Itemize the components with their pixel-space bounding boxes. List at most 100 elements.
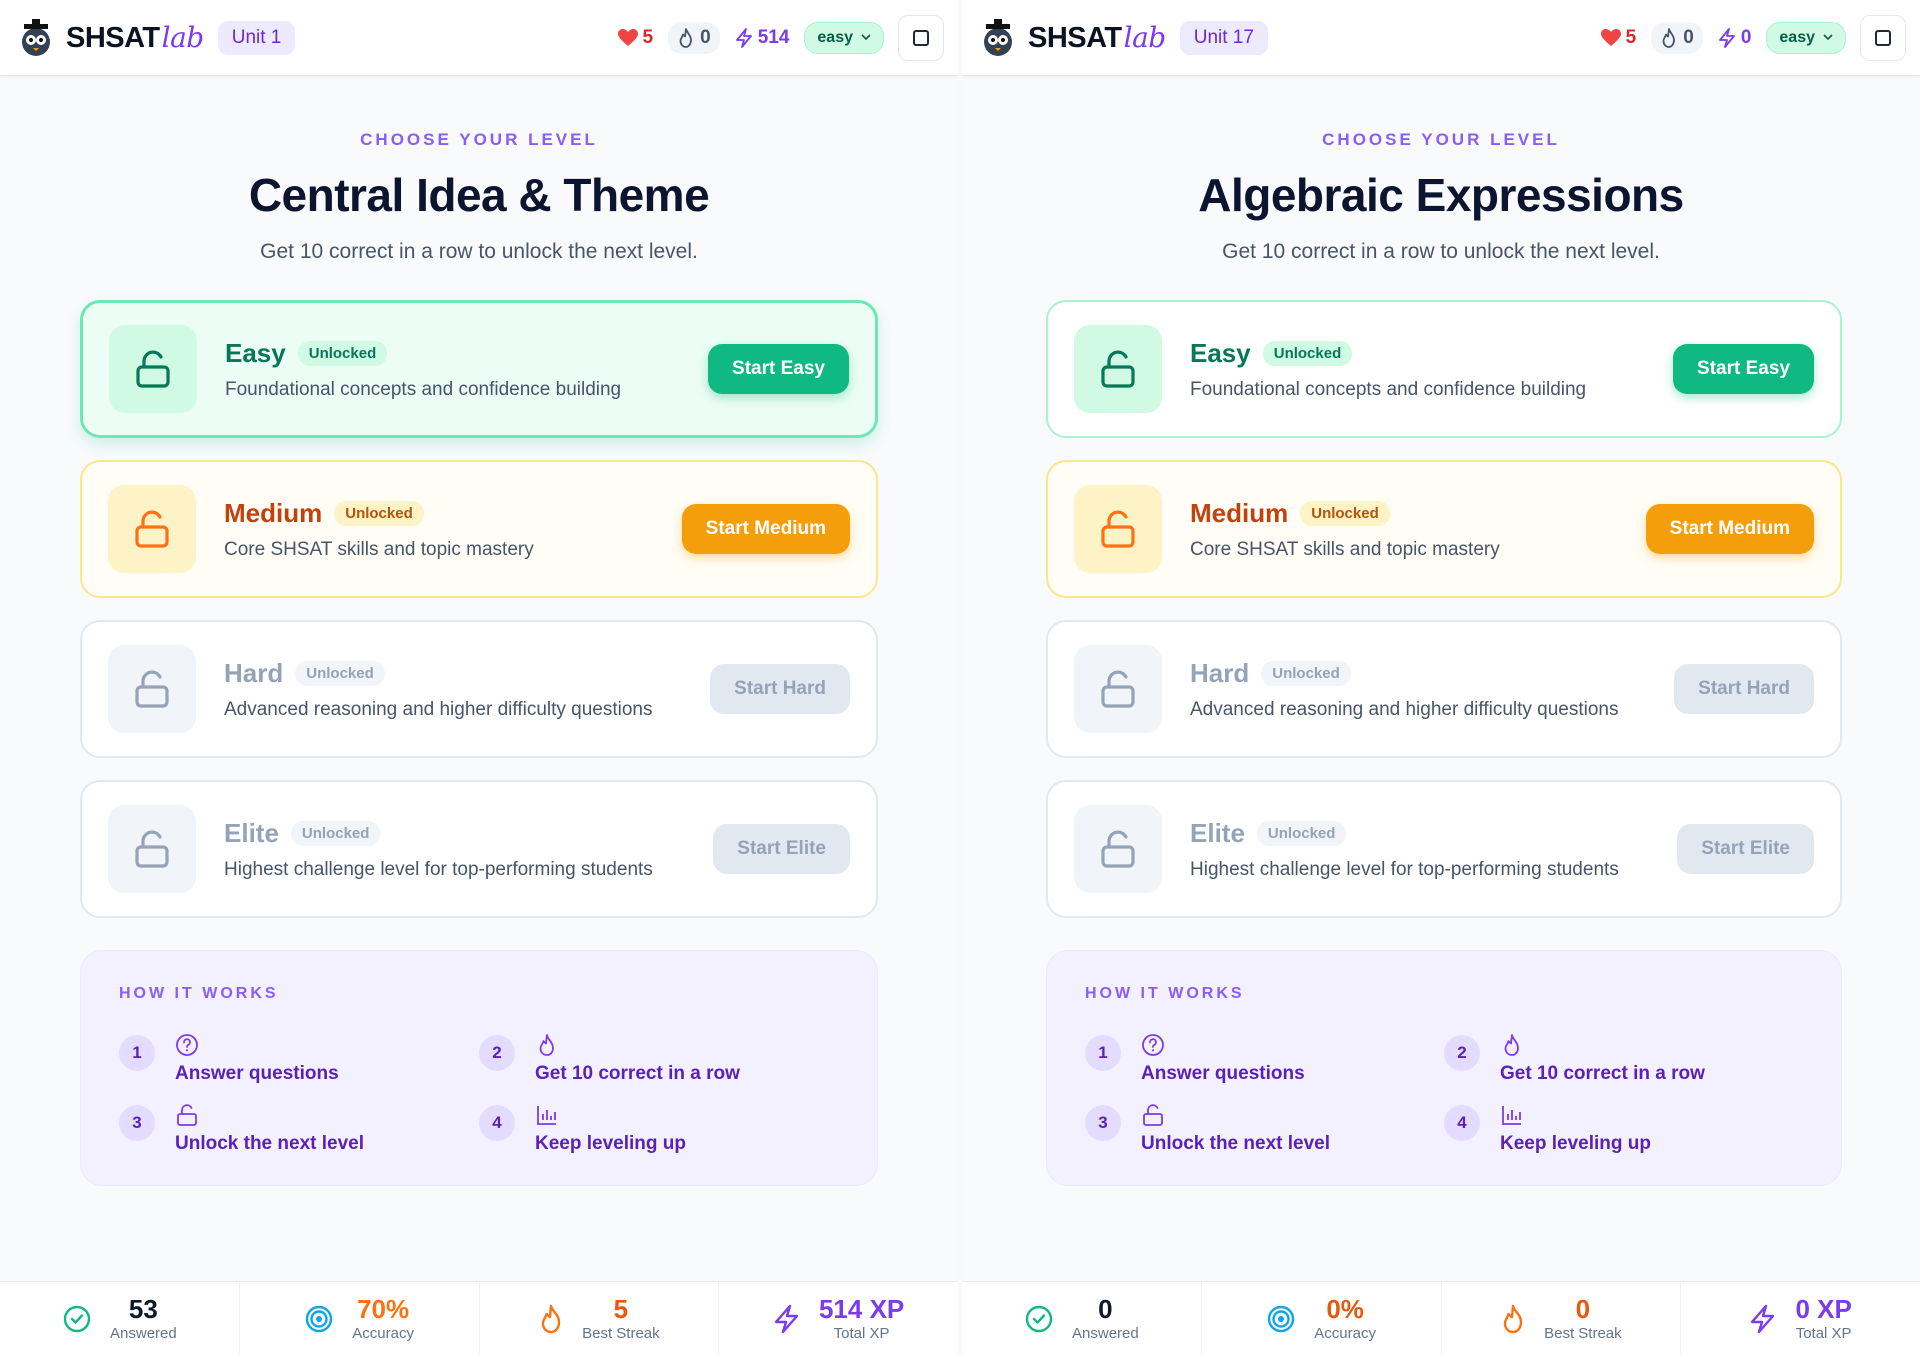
start-hard-button[interactable]: Start Hard xyxy=(710,664,850,714)
level-card-medium[interactable]: Medium Unlocked Core SHSAT skills and top… xyxy=(80,460,878,598)
level-description: Foundational concepts and confidence bui… xyxy=(1190,378,1587,400)
how-it-works-title: HOW IT WORKS xyxy=(119,985,279,1002)
level-icon-box xyxy=(1074,805,1162,893)
step-text: Get 10 correct in a row xyxy=(1500,1063,1705,1084)
step-number: 2 xyxy=(1444,1035,1480,1071)
start-elite-button[interactable]: Start Elite xyxy=(1677,824,1814,874)
stat-value: 0 xyxy=(1098,1293,1113,1324)
start-easy-button[interactable]: Start Easy xyxy=(708,344,849,394)
level-title: Medium xyxy=(224,497,323,528)
bolt-icon xyxy=(735,27,752,48)
hearts-stat[interactable]: 5 xyxy=(609,22,663,54)
xp-stat[interactable]: 0 xyxy=(1709,22,1761,54)
difficulty-select[interactable]: easy xyxy=(1766,21,1846,54)
logo[interactable]: SHSAT lab xyxy=(976,16,1166,60)
mascot-logo-icon xyxy=(22,18,50,56)
stat-value: 70% xyxy=(357,1293,410,1324)
level-icon-box xyxy=(109,325,197,413)
flame-icon xyxy=(539,1034,554,1056)
unlock-icon xyxy=(135,830,169,868)
bolt-icon xyxy=(1751,1304,1775,1333)
level-card-elite[interactable]: Elite Unlocked Highest challenge level fo… xyxy=(1046,780,1842,918)
step-number: 1 xyxy=(119,1035,155,1071)
level-title: Easy xyxy=(1190,337,1251,368)
level-title: Elite xyxy=(224,817,279,848)
unlock-icon xyxy=(1101,670,1135,708)
step-3: 3 Unlock the next level xyxy=(1085,1103,1444,1155)
unlock-icon xyxy=(135,670,169,708)
question-circle-icon xyxy=(176,1034,198,1056)
stat-total-xp: 514 XP Total XP xyxy=(719,1282,958,1355)
step-text: Keep leveling up xyxy=(535,1133,686,1154)
streak-stat[interactable]: 0 xyxy=(1651,21,1703,54)
level-description: Highest challenge level for top-performi… xyxy=(1190,858,1619,880)
step-text: Answer questions xyxy=(1141,1063,1305,1084)
status-badge: Unlocked xyxy=(1262,340,1353,366)
step-number: 4 xyxy=(1444,1105,1480,1141)
how-it-works-title: HOW IT WORKS xyxy=(1085,985,1245,1002)
difficulty-select[interactable]: easy xyxy=(804,21,884,54)
step-text: Answer questions xyxy=(175,1063,339,1084)
stat-value: 514 XP xyxy=(818,1293,905,1324)
stat-label: Total XP xyxy=(833,1325,890,1343)
check-circle-icon xyxy=(1025,1305,1053,1332)
mascot-logo-icon xyxy=(984,18,1012,56)
hearts-stat[interactable]: 5 xyxy=(1592,22,1646,54)
stat-value: 53 xyxy=(128,1293,158,1324)
level-description: Advanced reasoning and higher difficulty… xyxy=(1190,698,1619,720)
level-card-easy[interactable]: Easy Unlocked Foundational concepts and c… xyxy=(1046,300,1842,438)
stat-total-xp: 0 XP Total XP xyxy=(1681,1282,1920,1355)
unlock-icon xyxy=(1101,350,1135,388)
unit-pill[interactable]: Unit 17 xyxy=(1179,20,1268,55)
bottom-stats-bar: 0 Answered 0% Accuracy 0 Best Streak 0 XP To… xyxy=(962,1281,1920,1355)
step-4: 4 Keep leveling up xyxy=(479,1103,839,1155)
step-number: 1 xyxy=(1085,1035,1121,1071)
level-card-medium[interactable]: Medium Unlocked Core SHSAT skills and top… xyxy=(1046,460,1842,598)
hero: CHOOSE YOUR LEVEL Algebraic Expressions … xyxy=(962,76,1920,264)
level-icon-box xyxy=(1074,645,1162,733)
heart-icon xyxy=(617,28,638,46)
window-toggle-button[interactable] xyxy=(1860,14,1906,61)
start-easy-button[interactable]: Start Easy xyxy=(1673,344,1814,394)
unlock-icon xyxy=(1101,830,1135,868)
stat-label: Accuracy xyxy=(1314,1325,1376,1343)
status-badge: Unlocked xyxy=(1261,660,1351,686)
step-text: Keep leveling up xyxy=(1500,1133,1651,1154)
streak-stat[interactable]: 0 xyxy=(668,21,720,54)
start-elite-button[interactable]: Start Elite xyxy=(713,824,850,874)
level-card-hard[interactable]: Hard Unlocked Advanced reasoning and high… xyxy=(1046,620,1842,758)
status-badge: Unlocked xyxy=(290,820,381,846)
level-description: Foundational concepts and confidence bui… xyxy=(225,378,622,400)
start-medium-button[interactable]: Start Medium xyxy=(1645,504,1814,554)
how-it-works: HOW IT WORKS 1 Answer questions 2 Get 10… xyxy=(1046,950,1842,1186)
status-badge: Unlocked xyxy=(297,340,388,366)
level-icon-box xyxy=(1074,485,1162,573)
unit-pill[interactable]: Unit 1 xyxy=(217,20,296,55)
logo[interactable]: SHSAT lab xyxy=(14,16,204,60)
level-title: Hard xyxy=(1190,657,1250,688)
page-title: Central Idea & Theme xyxy=(248,169,710,221)
level-card-easy[interactable]: Easy Unlocked Foundational concepts and c… xyxy=(80,300,878,438)
start-hard-button[interactable]: Start Hard xyxy=(1674,664,1814,714)
window-toggle-button[interactable] xyxy=(898,14,944,61)
panel-right: SHSAT lab Unit 17 5 0 0 easy CHOOSE YOUR… xyxy=(962,0,1920,1355)
start-medium-button[interactable]: Start Medium xyxy=(681,504,850,554)
stat-label: Answered xyxy=(1072,1325,1139,1343)
status-badge: Unlocked xyxy=(334,500,424,526)
stat-label: Accuracy xyxy=(352,1325,414,1343)
square-icon xyxy=(1875,29,1891,46)
level-card-body: Easy Unlocked Foundational concepts and c… xyxy=(225,338,708,401)
level-card-body: Medium Unlocked Core SHSAT skills and top… xyxy=(224,498,682,561)
level-card-hard[interactable]: Hard Unlocked Advanced reasoning and high… xyxy=(80,620,878,758)
heart-icon xyxy=(1600,28,1621,46)
bolt-icon xyxy=(1718,27,1735,48)
page-subtitle: Get 10 correct in a row to unlock the ne… xyxy=(1222,240,1660,263)
bar-chart-icon xyxy=(1502,1106,1521,1125)
header-stats: 5 0 0 easy xyxy=(1592,14,1906,61)
xp-stat[interactable]: 514 xyxy=(726,22,799,54)
level-card-elite[interactable]: Elite Unlocked Highest challenge level fo… xyxy=(80,780,878,918)
flame-icon xyxy=(541,1304,561,1333)
level-title: Hard xyxy=(224,657,284,688)
step-2: 2 Get 10 correct in a row xyxy=(1444,1033,1803,1085)
hero: CHOOSE YOUR LEVEL Central Idea & Theme G… xyxy=(0,76,958,264)
